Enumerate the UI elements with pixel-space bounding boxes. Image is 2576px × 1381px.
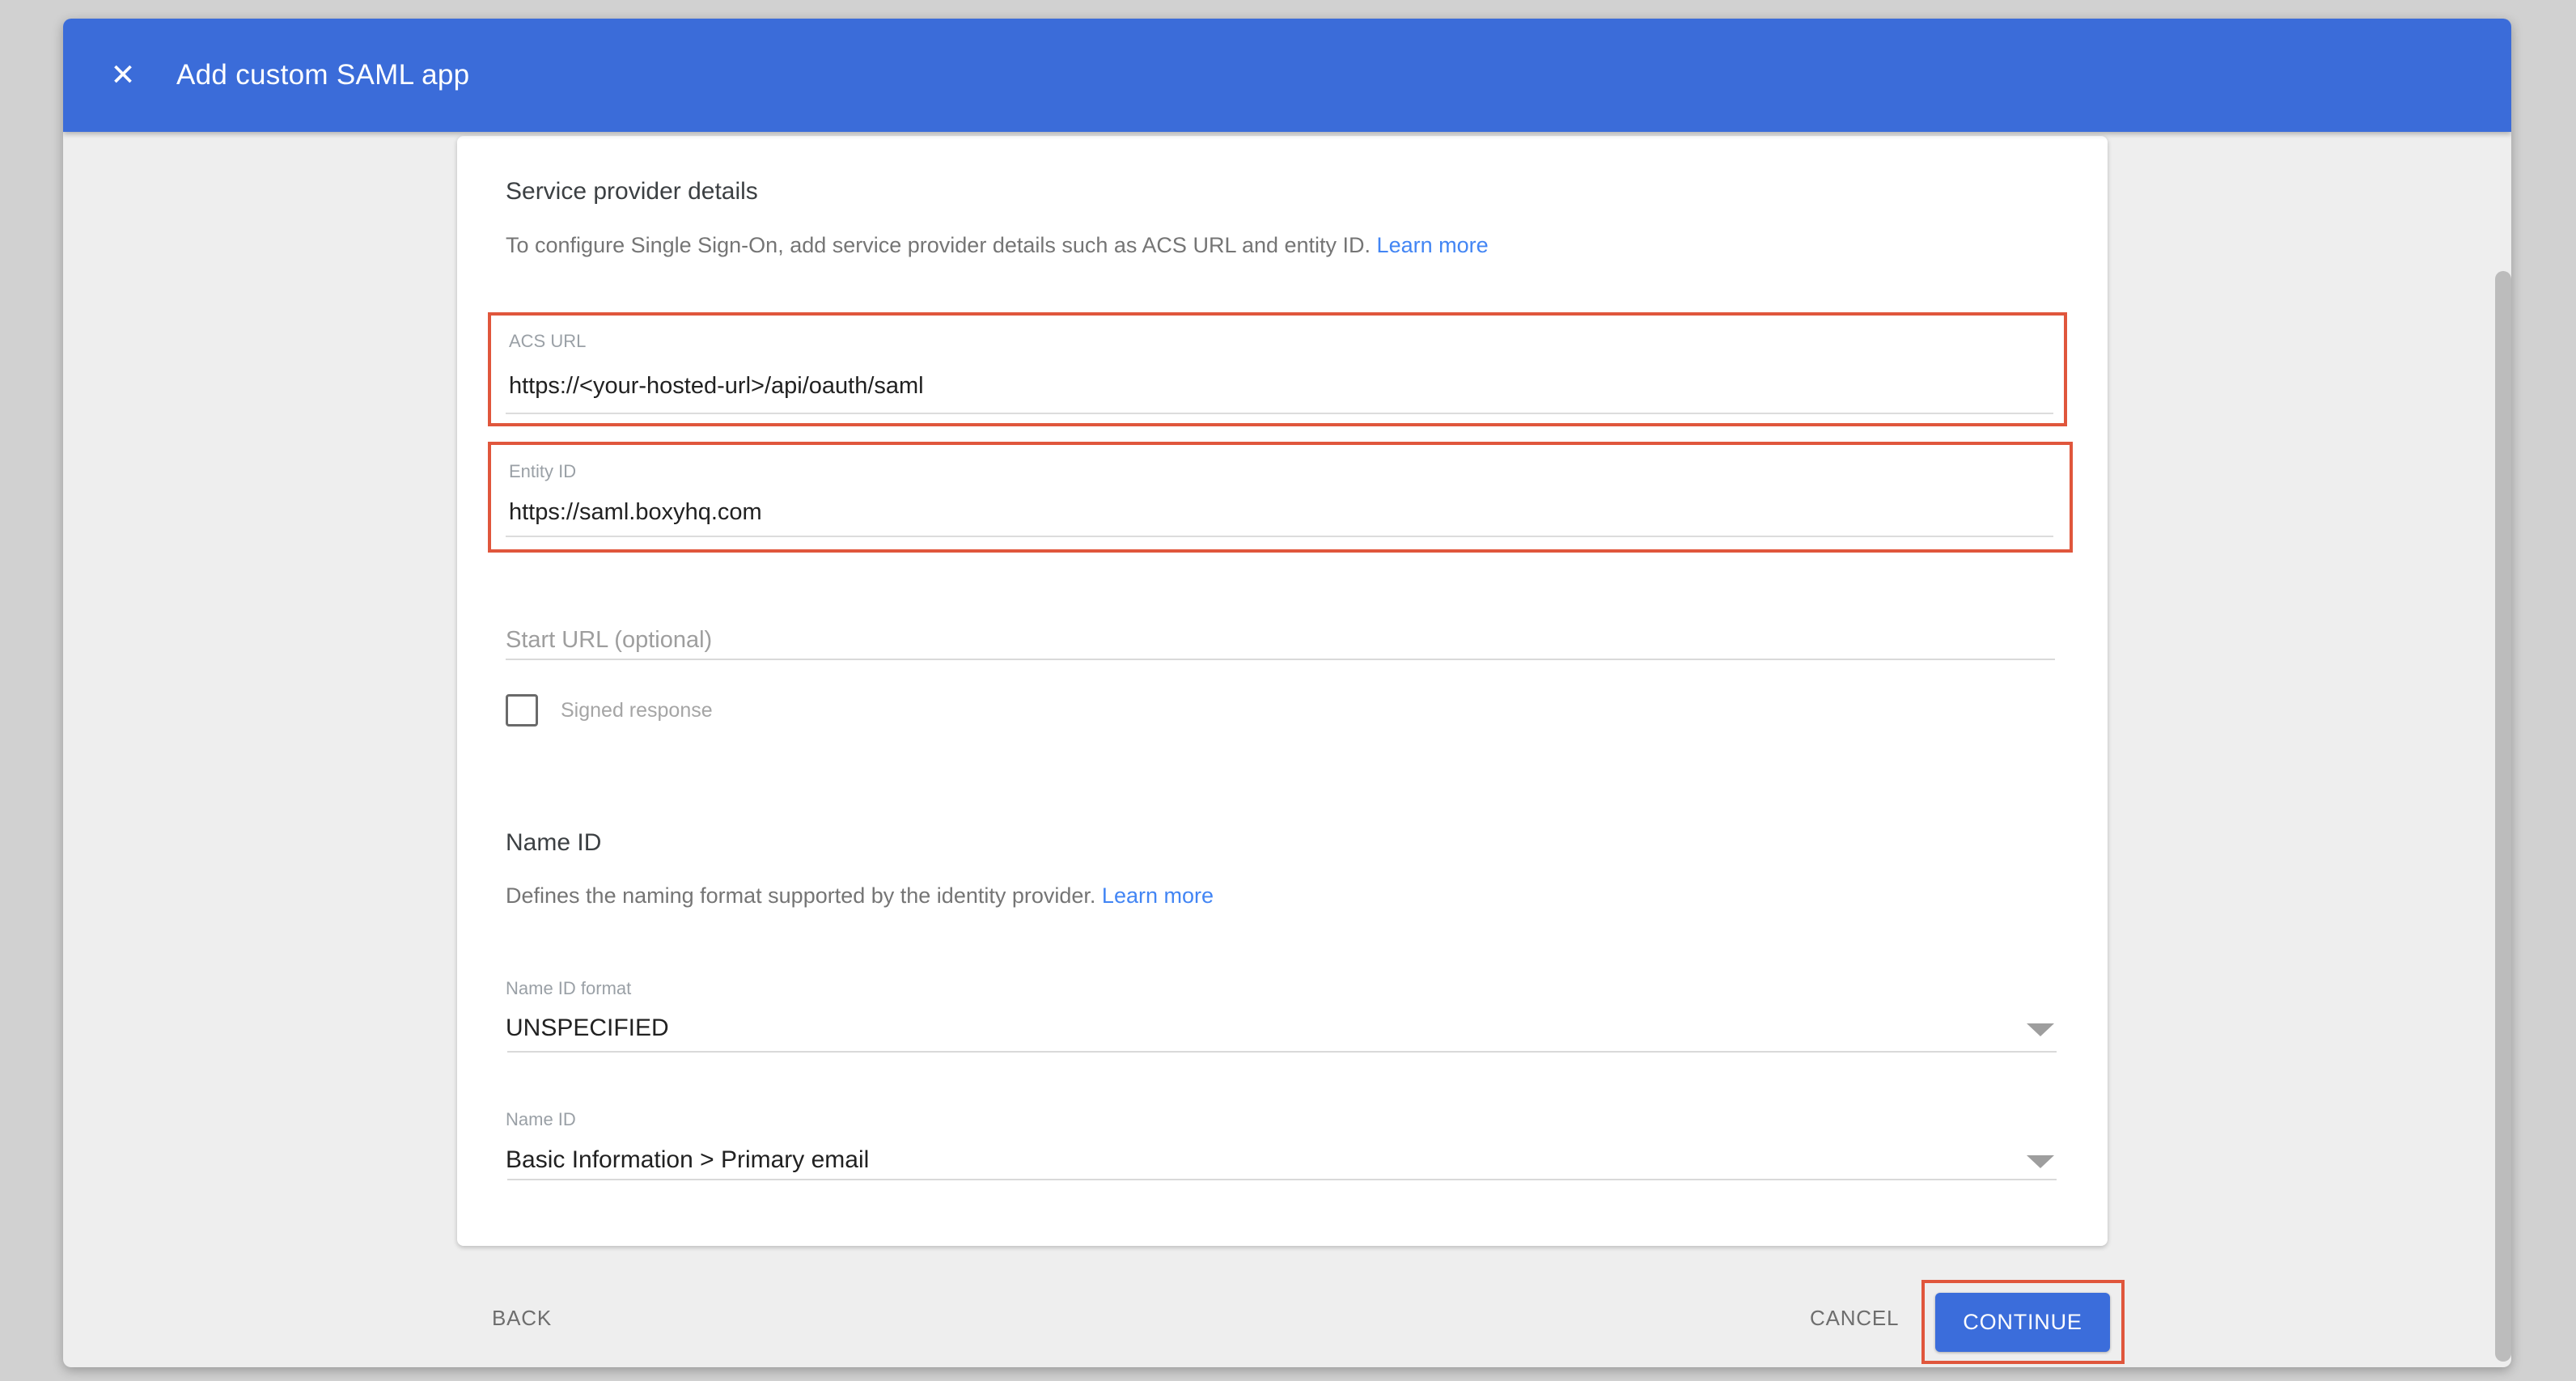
acs-url-label: ACS URL (509, 331, 586, 352)
service-provider-description: To configure Single Sign-On, add service… (506, 231, 1489, 259)
entity-id-annotation-box: Entity ID https://saml.boxyhq.com (488, 442, 2073, 553)
cancel-button[interactable]: CANCEL (1810, 1304, 1899, 1332)
name-id-format-underline (507, 1051, 2057, 1053)
name-id-underline (507, 1179, 2057, 1180)
signed-response-label: Signed response (561, 694, 713, 727)
name-id-format-select[interactable]: UNSPECIFIED (506, 1014, 669, 1043)
continue-button[interactable]: CONTINUE (1935, 1293, 2110, 1352)
learn-more-link-sp[interactable]: Learn more (1377, 233, 1489, 257)
back-button[interactable]: BACK (492, 1304, 552, 1332)
entity-id-underline (506, 536, 2053, 537)
name-id-select-label: Name ID (506, 1109, 576, 1130)
learn-more-link-nameid[interactable]: Learn more (1102, 883, 1214, 908)
service-provider-card: Service provider details To configure Si… (457, 136, 2108, 1246)
name-id-heading: Name ID (506, 828, 601, 858)
acs-url-underline (506, 413, 2053, 414)
acs-url-input[interactable]: https://<your-hosted-url>/api/oauth/saml (509, 372, 924, 400)
name-id-select[interactable]: Basic Information > Primary email (506, 1146, 869, 1175)
add-custom-saml-app-dialog: ✕ Add custom SAML app Service provider d… (63, 19, 2511, 1367)
acs-url-annotation-box: ACS URL https://<your-hosted-url>/api/oa… (488, 312, 2067, 426)
service-provider-heading: Service provider details (506, 176, 758, 207)
close-icon[interactable]: ✕ (107, 59, 139, 91)
scrollbar-thumb[interactable] (2495, 271, 2511, 1362)
dialog-title: Add custom SAML app (176, 59, 469, 91)
chevron-down-icon[interactable] (2027, 1023, 2054, 1036)
signed-response-checkbox[interactable] (506, 694, 538, 727)
start-url-input[interactable] (506, 621, 2055, 660)
name-id-format-label: Name ID format (506, 978, 631, 999)
entity-id-label: Entity ID (509, 461, 576, 482)
chevron-down-icon[interactable] (2027, 1155, 2054, 1168)
entity-id-input[interactable]: https://saml.boxyhq.com (509, 498, 762, 526)
name-id-description: Defines the naming format supported by t… (506, 882, 1214, 909)
service-provider-description-text: To configure Single Sign-On, add service… (506, 233, 1377, 257)
name-id-description-text: Defines the naming format supported by t… (506, 883, 1102, 908)
dialog-header: ✕ Add custom SAML app (63, 19, 2511, 132)
continue-annotation-box: CONTINUE (1921, 1280, 2125, 1364)
